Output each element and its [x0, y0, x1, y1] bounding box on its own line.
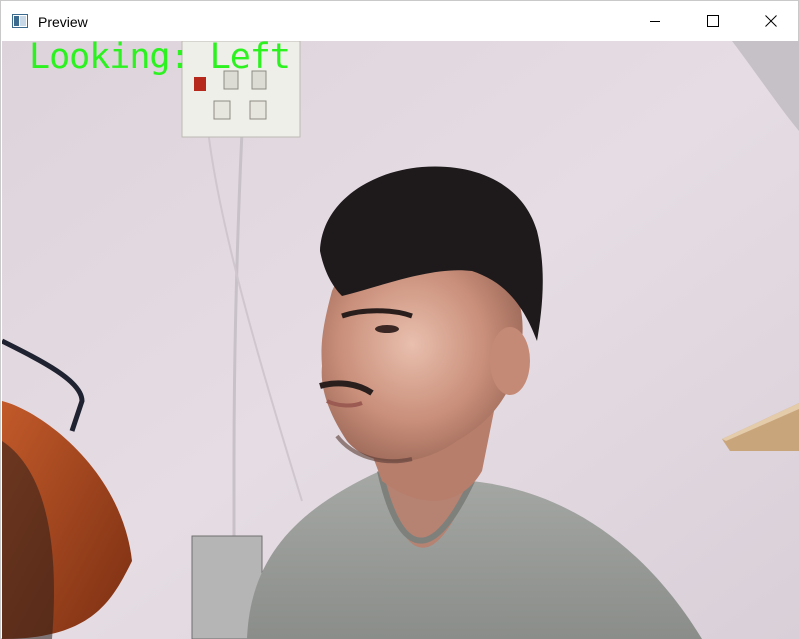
maximize-icon	[707, 15, 719, 27]
close-icon	[765, 15, 777, 27]
window-title: Preview	[38, 14, 88, 30]
gaze-direction-label: Looking: Left	[29, 41, 291, 77]
maximize-button[interactable]	[684, 1, 742, 41]
minimize-icon	[649, 15, 661, 27]
close-button[interactable]	[742, 1, 799, 41]
preview-window: Preview Looking: Left	[0, 0, 799, 639]
title-bar[interactable]: Preview	[1, 1, 798, 41]
minimize-button[interactable]	[626, 1, 684, 41]
app-window-icon	[12, 14, 28, 28]
webcam-image	[2, 41, 799, 639]
video-frame: Looking: Left	[2, 41, 799, 639]
